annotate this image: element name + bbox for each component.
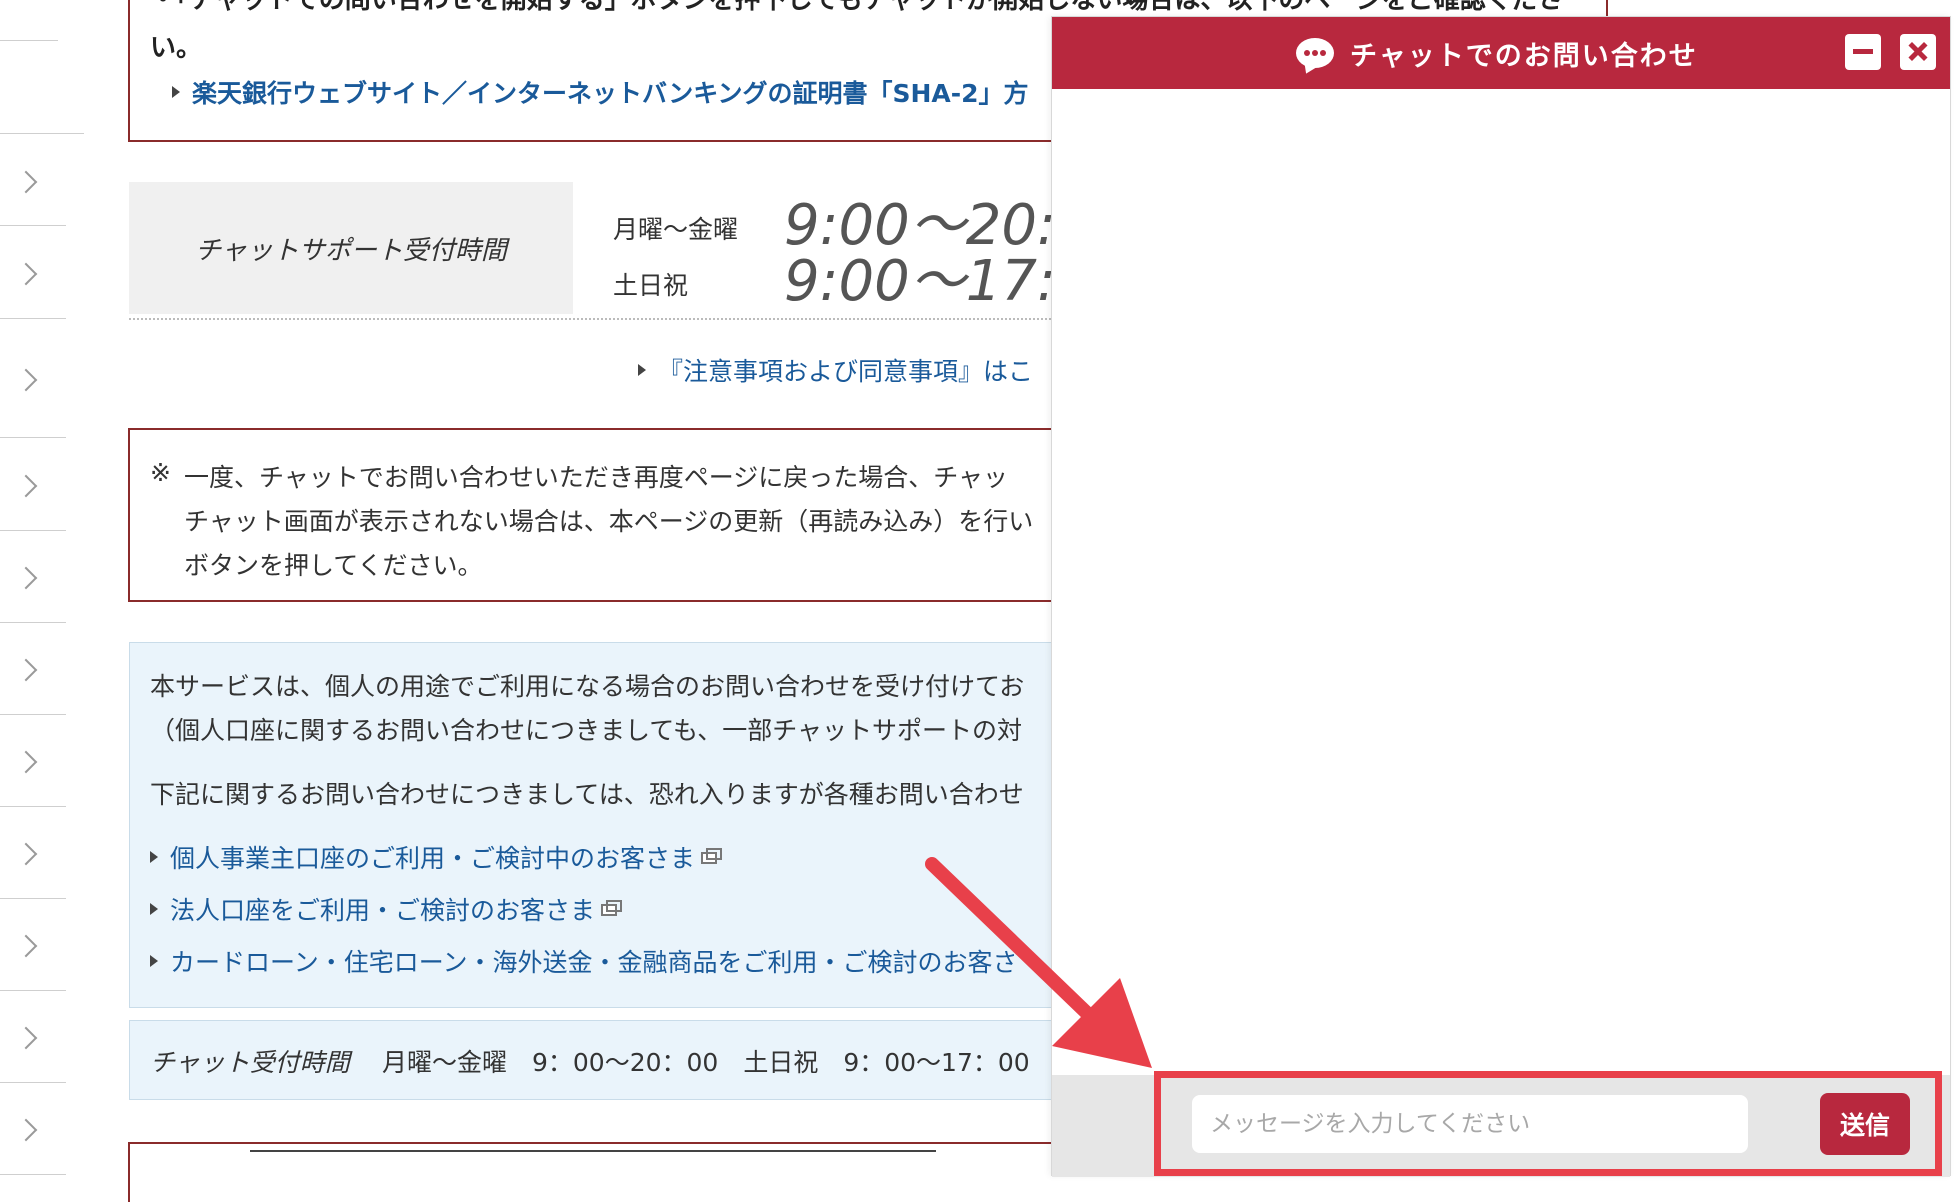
service-link-row: 法人口座をご利用・ご検討のお客さま bbox=[150, 891, 623, 927]
bullet-icon bbox=[150, 851, 158, 863]
sole-proprietor-link[interactable]: 個人事業主口座のご利用・ご検討中のお客さま bbox=[170, 844, 695, 873]
bullet-icon bbox=[172, 86, 180, 98]
nav-divider bbox=[0, 1082, 66, 1083]
nav-divider bbox=[0, 225, 66, 226]
chat-hours-label: チャットサポート受付時間 bbox=[129, 182, 573, 314]
nav-divider bbox=[0, 133, 84, 134]
close-button[interactable] bbox=[1900, 34, 1936, 70]
weekend-label: 土日祝 bbox=[613, 271, 689, 300]
caution-link[interactable]: 『注意事項および同意事項』はこ bbox=[658, 357, 1033, 386]
bullet-icon bbox=[150, 955, 158, 967]
chat-message-area[interactable] bbox=[1052, 89, 1950, 1075]
chat-hours-label-text: チャットサポート受付時間 bbox=[195, 235, 507, 266]
nav-divider bbox=[0, 437, 66, 438]
service-info-line: 下記に関するお問い合わせにつきましては、恐れ入りますが各種お問い合わせ bbox=[150, 780, 1024, 809]
nav-chevron-right-icon[interactable] bbox=[14, 934, 38, 958]
service-link-row: 個人事業主口座のご利用・ご検討中のお客さま bbox=[150, 839, 723, 875]
notice-link-row: 楽天銀行ウェブサイト／インターネットバンキングの証明書「SHA-2」方 bbox=[172, 74, 1029, 110]
weekday-label: 月曜〜金曜 bbox=[613, 215, 739, 244]
nav-divider bbox=[0, 1174, 66, 1175]
chat-header: チャットでのお問い合わせ bbox=[1052, 17, 1950, 89]
resume-notice-line: ボタンを押してください。 bbox=[184, 551, 483, 580]
nav-chevron-right-icon[interactable] bbox=[14, 566, 38, 590]
chat-hours-strip-label: チャット受付時間 bbox=[150, 1048, 350, 1077]
nav-divider bbox=[0, 622, 66, 623]
minimize-button[interactable] bbox=[1845, 34, 1881, 70]
speech-bubble-icon bbox=[1296, 38, 1334, 68]
nav-chevron-right-icon[interactable] bbox=[14, 1118, 38, 1142]
chat-panel: チャットでのお問い合わせ 送信 bbox=[1051, 16, 1951, 1177]
nav-divider bbox=[0, 318, 66, 319]
service-info-line: （個人口座に関するお問い合わせにつきましても、一部チャットサポートの対 bbox=[150, 716, 1023, 745]
note-mark: ※ bbox=[150, 458, 171, 487]
nav-chevron-right-icon[interactable] bbox=[14, 474, 38, 498]
minimize-icon bbox=[1853, 49, 1873, 54]
nav-chevron-right-icon[interactable] bbox=[14, 1026, 38, 1050]
nav-divider bbox=[0, 990, 66, 991]
bullet-icon bbox=[150, 903, 158, 915]
dotted-divider bbox=[129, 318, 1179, 320]
service-link-row: カードローン・住宅ローン・海外送金・金融商品をご利用・ご検討のお客さ bbox=[150, 943, 1018, 979]
nav-divider bbox=[0, 40, 58, 41]
nav-divider bbox=[0, 806, 66, 807]
nav-chevron-right-icon[interactable] bbox=[14, 750, 38, 774]
resume-notice-line: チャット画面が表示されない場合は、本ページの更新（再読み込み）を行い bbox=[184, 507, 1034, 536]
nav-chevron-right-icon[interactable] bbox=[14, 170, 38, 194]
nav-chevron-right-icon[interactable] bbox=[14, 262, 38, 286]
nav-chevron-right-icon[interactable] bbox=[14, 842, 38, 866]
resume-notice-line: 一度、チャットでお問い合わせいただき再度ページに戻った場合、チャッ bbox=[184, 463, 1009, 492]
nav-divider bbox=[0, 714, 66, 715]
left-nav bbox=[0, 0, 84, 1176]
chat-title-group: チャットでのお問い合わせ bbox=[1296, 17, 1698, 89]
external-window-icon bbox=[601, 900, 623, 918]
chat-hours-strip-text: 月曜〜金曜 9：00〜20：00 土日祝 9：00〜17：00 bbox=[382, 1048, 1030, 1077]
chat-title: チャットでのお問い合わせ bbox=[1350, 40, 1698, 72]
nav-divider bbox=[0, 530, 66, 531]
annotation-highlight-box bbox=[1154, 1071, 1942, 1176]
certificate-link[interactable]: 楽天銀行ウェブサイト／インターネットバンキングの証明書「SHA-2」方 bbox=[192, 79, 1029, 108]
bottom-divider bbox=[250, 1150, 936, 1152]
nav-divider bbox=[0, 898, 66, 899]
caution-link-row: 『注意事項および同意事項』はこ bbox=[638, 352, 1033, 388]
loan-products-link[interactable]: カードローン・住宅ローン・海外送金・金融商品をご利用・ご検討のお客さ bbox=[170, 948, 1018, 977]
corporate-account-link[interactable]: 法人口座をご利用・ご検討のお客さま bbox=[170, 896, 595, 925]
service-info-line: 本サービスは、個人の用途でご利用になる場合のお問い合わせを受け付けてお bbox=[150, 672, 1025, 701]
bullet-icon bbox=[638, 364, 646, 376]
nav-chevron-right-icon[interactable] bbox=[14, 658, 38, 682]
external-window-icon bbox=[701, 848, 723, 866]
nav-chevron-right-icon[interactable] bbox=[14, 368, 38, 392]
